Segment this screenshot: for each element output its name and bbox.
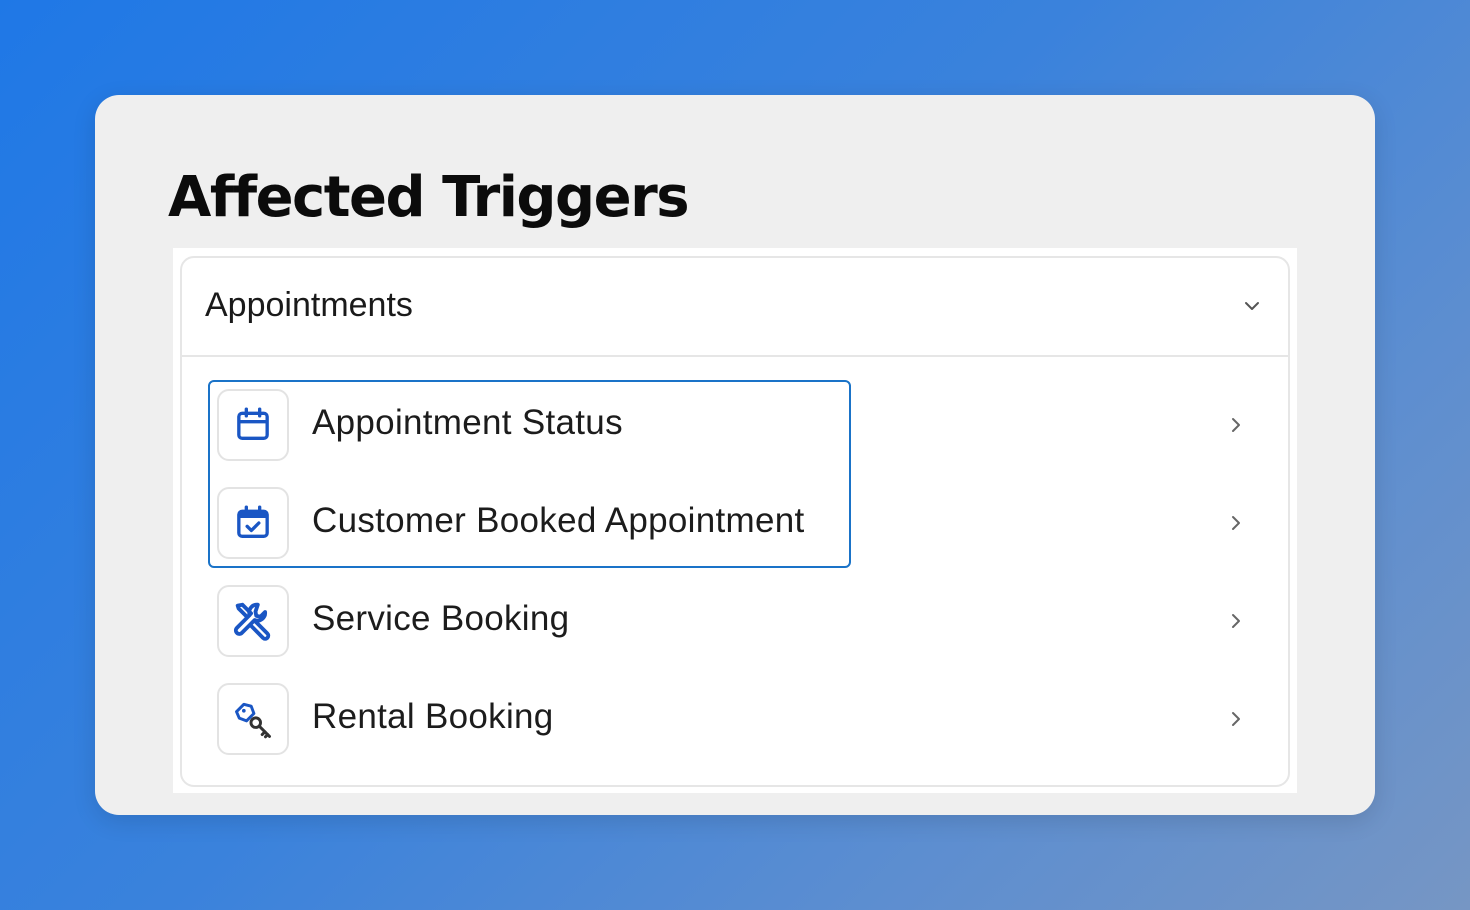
tools-icon bbox=[217, 585, 289, 657]
chevron-right-icon bbox=[1232, 614, 1240, 628]
trigger-item-customer-booked-appointment[interactable]: Customer Booked Appointment bbox=[182, 487, 1288, 561]
calendar-icon bbox=[217, 389, 289, 461]
appointments-accordion: Appointments Appointment Status Customer… bbox=[180, 256, 1290, 787]
trigger-label: Rental Booking bbox=[312, 697, 554, 736]
accordion-header[interactable]: Appointments bbox=[182, 258, 1288, 357]
key-icon bbox=[217, 683, 289, 755]
trigger-item-service-booking[interactable]: Service Booking bbox=[182, 585, 1288, 659]
chevron-right-icon bbox=[1232, 418, 1240, 432]
trigger-label: Service Booking bbox=[312, 599, 570, 638]
chevron-down-icon[interactable] bbox=[1240, 294, 1264, 318]
trigger-item-rental-booking[interactable]: Rental Booking bbox=[182, 683, 1288, 757]
trigger-label: Customer Booked Appointment bbox=[312, 501, 805, 540]
screenshot-frame: Appointments Appointment Status Customer… bbox=[173, 248, 1297, 793]
page-title: Affected Triggers bbox=[168, 165, 690, 230]
chevron-right-icon bbox=[1232, 516, 1240, 530]
trigger-label: Appointment Status bbox=[312, 403, 623, 442]
calendar-check-icon bbox=[217, 487, 289, 559]
trigger-item-appointment-status[interactable]: Appointment Status bbox=[182, 389, 1288, 463]
content-card: Affected Triggers Appointments Appointme… bbox=[95, 95, 1375, 815]
accordion-title: Appointments bbox=[205, 286, 413, 324]
chevron-right-icon bbox=[1232, 712, 1240, 726]
